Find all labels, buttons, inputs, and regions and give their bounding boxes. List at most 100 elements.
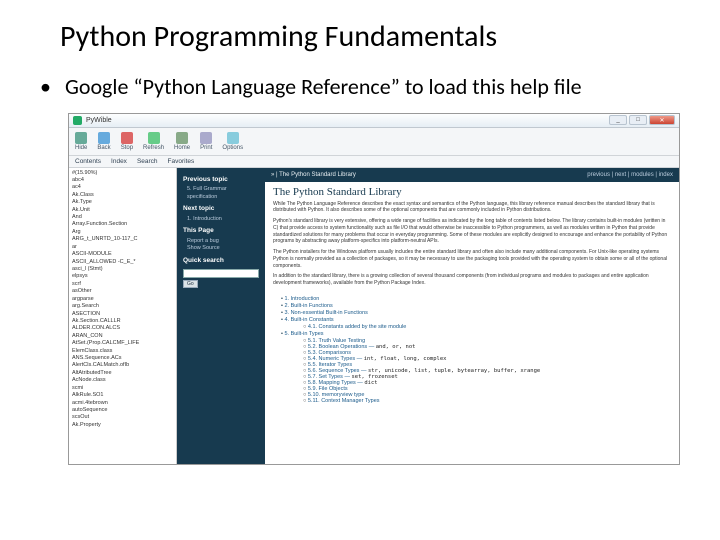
tab-search[interactable]: Search [137, 158, 158, 165]
tool-label: Options [222, 145, 243, 151]
next-topic-heading: Next topic [183, 205, 259, 214]
tool-stop[interactable]: Stop [121, 132, 133, 151]
index-item[interactable]: Ak.Property [72, 422, 173, 429]
bullet-text: Google “Python Language Reference” to lo… [65, 73, 582, 101]
nav-links[interactable]: previous | next | modules | index [587, 172, 673, 178]
toc-link[interactable]: 4. Built-in Constants [284, 317, 333, 323]
report-bug-link[interactable]: Report a bug [187, 238, 259, 245]
tool-hide[interactable]: Hide [75, 132, 87, 151]
index-item[interactable]: Ak.Type [72, 199, 173, 206]
tool-home[interactable]: Home [174, 132, 190, 151]
index-item[interactable]: ASCII_ALLOWED -C_E_* [72, 259, 173, 266]
close-button[interactable]: ✕ [649, 115, 675, 125]
index-item[interactable]: ElemClass.class [72, 348, 173, 355]
index-item[interactable]: scmi [72, 385, 173, 392]
page-title: The Python Standard Library [265, 182, 679, 201]
back-icon [98, 132, 110, 144]
home-icon [176, 132, 188, 144]
tab-favorites[interactable]: Favorites [168, 158, 195, 165]
index-item[interactable]: Array.Function.Section [72, 221, 173, 228]
tool-label: Print [200, 145, 212, 151]
toc-item[interactable]: • 4. Built-in Constants [281, 317, 663, 323]
paragraph: Python's standard library is very extens… [273, 218, 671, 245]
toc-link[interactable]: 3. Non-essential Built-in Functions [284, 310, 367, 316]
prev-topic-heading: Previous topic [183, 176, 259, 185]
maximize-button[interactable]: □ [629, 115, 647, 125]
tool-options[interactable]: Options [222, 132, 243, 151]
index-item[interactable]: acmi.4tebrown [72, 400, 173, 407]
options-icon [227, 132, 239, 144]
tool-back[interactable]: Back [97, 132, 110, 151]
minimize-button[interactable]: _ [609, 115, 627, 125]
index-item[interactable]: ANS.Sequence.ACs [72, 355, 173, 362]
index-item[interactable]: elpsys [72, 273, 173, 280]
index-item[interactable]: abc4 [72, 177, 173, 184]
window-title: PyWible [86, 117, 609, 124]
toc-item[interactable]: ○ 4.1. Constants added by the site modul… [303, 324, 663, 330]
index-item[interactable]: arg.Search [72, 303, 173, 310]
index-item[interactable]: ARAN_CON [72, 333, 173, 340]
tool-print[interactable]: Print [200, 132, 212, 151]
index-item[interactable]: AltAtributedTree [72, 370, 173, 377]
index-item[interactable]: asOther [72, 288, 173, 295]
index-item[interactable]: Ak.Section.CALLLR [72, 318, 173, 325]
slide-bullet: Google “Python Language Reference” to lo… [40, 73, 680, 101]
index-item[interactable]: Ak.Class [72, 192, 173, 199]
index-item[interactable]: ar [72, 244, 173, 251]
index-item[interactable]: ac4 [72, 184, 173, 191]
breadcrumb[interactable]: » | The Python Standard Library [271, 172, 356, 178]
index-item[interactable]: scrf [72, 281, 173, 288]
next-topic-link[interactable]: 1. Introduction [187, 216, 259, 223]
go-button[interactable]: Go [183, 280, 198, 289]
toc-link[interactable]: 4.1. Constants added by the site module [308, 324, 406, 330]
doc-content: » | The Python Standard Library previous… [265, 168, 679, 464]
index-item[interactable]: Arg [72, 229, 173, 236]
index-item[interactable]: AcNode.class [72, 377, 173, 384]
paragraph: The Python installers for the Windows pl… [273, 249, 671, 269]
toc-item[interactable]: • 5. Built-in Types [281, 331, 663, 337]
help-window: PyWible _ □ ✕ Hide Back Stop Refresh Home Pri… [68, 113, 680, 465]
tab-index[interactable]: Index [111, 158, 127, 165]
tool-label: Refresh [143, 145, 164, 151]
index-item[interactable]: AtSet.(Prop.CALCMF_LIFE [72, 340, 173, 347]
index-item[interactable]: #(15.90%) [72, 170, 173, 177]
tool-label: Hide [75, 145, 87, 151]
index-item[interactable]: AlkRule.SO1 [72, 392, 173, 399]
index-list[interactable]: #(15.90%)abc4ac4Ak.ClassAk.TypeAk.UnitAn… [69, 168, 177, 464]
hide-icon [75, 132, 87, 144]
tool-label: Stop [121, 145, 133, 151]
toc-link[interactable]: 5.11. Context Manager Types [308, 398, 380, 404]
index-item[interactable]: ASECTION [72, 311, 173, 318]
toc-item[interactable]: • 1. Introduction [281, 296, 663, 302]
index-item[interactable]: AlertCls.CALMatch.ofIb [72, 362, 173, 369]
prev-topic-link[interactable]: 5. Full Grammar [187, 186, 259, 193]
index-item[interactable]: autoSequence [72, 407, 173, 414]
show-source-link[interactable]: Show Source [187, 245, 259, 252]
index-item[interactable]: asci_l (Stmt) [72, 266, 173, 273]
toc-link[interactable]: 2. Built-in Functions [284, 303, 332, 309]
search-input[interactable] [183, 269, 259, 278]
this-page-heading: This Page [183, 227, 259, 236]
index-item[interactable]: argparse [72, 296, 173, 303]
index-item[interactable]: ALDER.CON.ALCS [72, 325, 173, 332]
index-item[interactable]: ARG_t_UNRTD_10-117_C [72, 236, 173, 243]
titlebar: PyWible _ □ ✕ [69, 114, 679, 128]
prev-topic-link-2[interactable]: specification [187, 194, 259, 201]
tab-strip: Contents Index Search Favorites [69, 156, 679, 168]
index-item[interactable]: ASCII-MODULE [72, 251, 173, 258]
index-item[interactable]: scsOut [72, 414, 173, 421]
toc-item[interactable]: • 2. Built-in Functions [281, 303, 663, 309]
index-item[interactable]: Ak.Unit [72, 207, 173, 214]
tab-contents[interactable]: Contents [75, 158, 101, 165]
index-item[interactable]: And [72, 214, 173, 221]
paragraph: While The Python Language Reference desc… [273, 201, 671, 215]
toc-item[interactable]: • 3. Non-essential Built-in Functions [281, 310, 663, 316]
toc-link[interactable]: 1. Introduction [284, 296, 319, 302]
window-controls: _ □ ✕ [609, 115, 675, 125]
tool-refresh[interactable]: Refresh [143, 132, 164, 151]
toc-item[interactable]: ○ 5.11. Context Manager Types [303, 398, 663, 404]
tool-label: Back [97, 145, 110, 151]
doc-sidebar: Previous topic 5. Full Grammar specifica… [177, 168, 265, 464]
stop-icon [121, 132, 133, 144]
toc-link[interactable]: 5. Built-in Types [284, 331, 323, 337]
